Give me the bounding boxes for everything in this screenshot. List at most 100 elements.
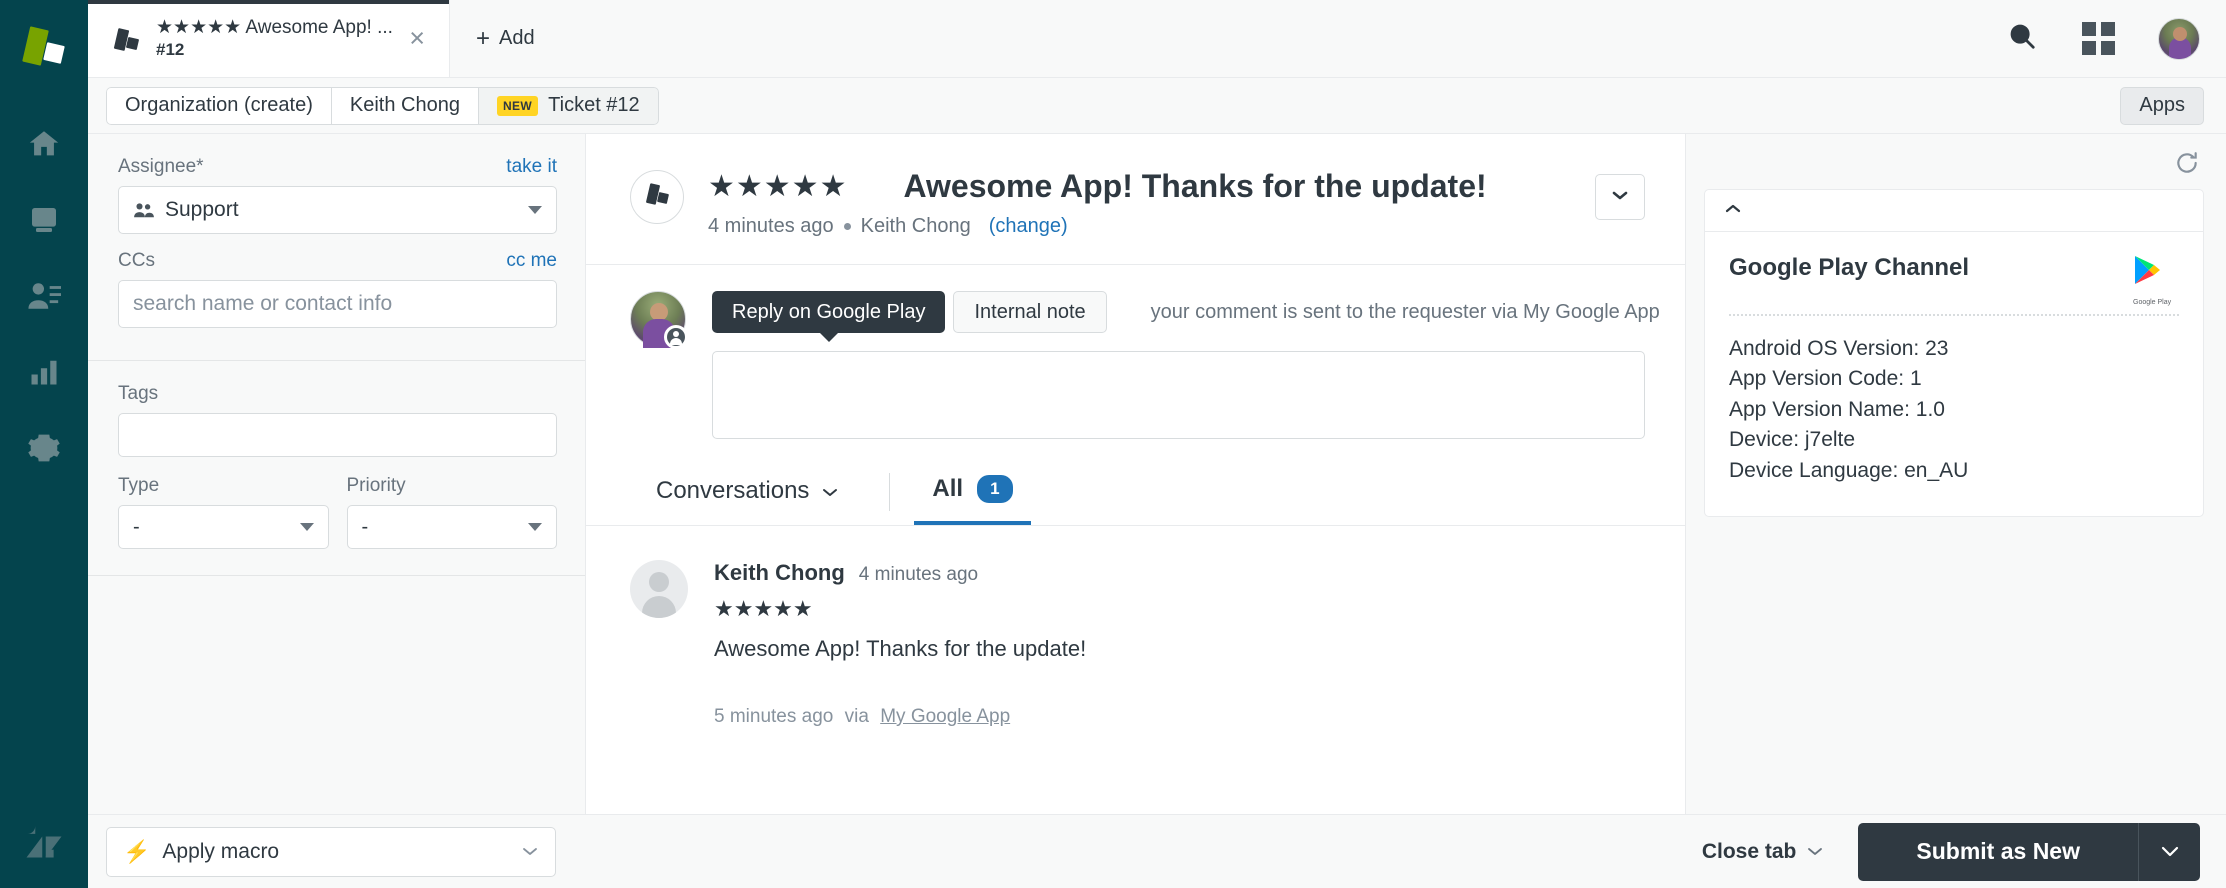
group-icon — [133, 201, 155, 219]
type-value: - — [133, 516, 140, 539]
sidebar-item-views[interactable] — [0, 184, 88, 260]
detail-app-version-name: App Version Name: 1.0 — [1729, 395, 2179, 425]
search-button[interactable] — [1984, 0, 2060, 78]
ticket-tab-text: ★★★★★ Awesome App! ... #12 — [156, 17, 403, 61]
composer-main: Reply on Google Play Internal note your … — [712, 291, 1645, 439]
ticket-collapse-button[interactable] — [1595, 174, 1645, 220]
plus-icon: + — [476, 25, 490, 53]
assignee-value: Support — [165, 198, 239, 222]
ccs-placeholder: search name or contact info — [133, 292, 392, 316]
breadcrumb-item-organization[interactable]: Organization (create) — [106, 87, 331, 125]
apps-button[interactable]: Apps — [2120, 87, 2204, 125]
home-icon — [27, 127, 61, 166]
page-title: Awesome App! Thanks for the update! — [903, 168, 1486, 205]
tab-reply-on-google-play[interactable]: Reply on Google Play — [712, 291, 945, 333]
chevron-down-icon — [1610, 188, 1630, 207]
comment-author: Keith Chong — [714, 560, 845, 586]
topbar-actions — [1984, 0, 2226, 77]
apps-grid-button[interactable] — [2060, 0, 2136, 78]
assignee-label-row: Assignee* take it — [118, 156, 557, 186]
breadcrumb: Organization (create) Keith Chong NEW Ti… — [106, 87, 659, 125]
ticket-footer: ⚡ Apply macro Close tab Submit as New — [88, 814, 2226, 888]
breadcrumb-item-ticket[interactable]: NEW Ticket #12 — [478, 87, 659, 125]
type-select[interactable]: - — [118, 505, 329, 549]
bolt-icon: ⚡ — [123, 839, 150, 865]
add-tab-label: Add — [499, 27, 535, 50]
primary-nav-rail — [0, 0, 88, 888]
app-card-divider — [1729, 314, 2179, 316]
assignee-label: Assignee* — [118, 156, 204, 178]
footer-left: ⚡ Apply macro — [88, 827, 586, 877]
close-tab-icon[interactable]: × — [403, 21, 431, 56]
comment-header: Keith Chong 4 minutes ago — [714, 560, 1645, 586]
assignee-select[interactable]: Support — [118, 186, 557, 234]
tags-field: Tags — [118, 383, 557, 457]
list-item: Keith Chong 4 minutes ago ★★★★★ Awesome … — [630, 560, 1645, 728]
comment-time: 4 minutes ago — [859, 564, 978, 586]
priority-value: - — [362, 516, 369, 539]
comment-rating-stars: ★★★★★ — [714, 596, 1645, 622]
apps-panel: Google Play Channel Google Play — [1686, 134, 2226, 814]
conversations-dropdown[interactable]: Conversations — [630, 477, 865, 525]
search-icon — [2007, 21, 2037, 56]
detail-app-version-code: App Version Code: 1 — [1729, 364, 2179, 394]
assignee-section: Assignee* take it Support CCs cc me — [88, 134, 585, 361]
end-user-badge-icon — [664, 325, 688, 349]
ticket-rating-stars: ★★★★★ — [708, 172, 847, 202]
tab-internal-note[interactable]: Internal note — [953, 291, 1106, 333]
breadcrumb-bar: Organization (create) Keith Chong NEW Ti… — [88, 78, 2226, 134]
refresh-icon[interactable] — [2174, 150, 2200, 181]
take-it-link[interactable]: take it — [506, 156, 557, 178]
breadcrumb-label: Ticket #12 — [548, 94, 640, 117]
apps-panel-toolbar — [1704, 146, 2204, 189]
ticket-requester: Keith Chong — [861, 215, 971, 238]
sidebar-item-reporting[interactable] — [0, 336, 88, 412]
comment-text: Awesome App! Thanks for the update! — [714, 636, 1645, 662]
close-tab-button[interactable]: Close tab — [1702, 840, 1825, 864]
app-card-title-row: Google Play Channel Google Play — [1729, 254, 2179, 300]
app-container: ★★★★★ Awesome App! ... #12 × + Add — [88, 0, 2226, 888]
sidebar-item-home[interactable] — [0, 108, 88, 184]
change-requester-link[interactable]: (change) — [989, 215, 1068, 238]
detail-android-os-version: Android OS Version: 23 — [1729, 334, 2179, 364]
cc-me-link[interactable]: cc me — [506, 250, 557, 272]
google-play-label: Google Play — [2133, 299, 2171, 306]
top-tab-bar: ★★★★★ Awesome App! ... #12 × + Add — [88, 0, 2226, 78]
tab-all-count: 1 — [977, 475, 1012, 503]
chevron-down-icon — [528, 206, 542, 214]
sidebar-item-customers[interactable] — [0, 260, 88, 336]
tab-all-label: All — [932, 475, 963, 503]
tags-input[interactable] — [118, 413, 557, 457]
ticket-main-panel: ★★★★★ Awesome App! Thanks for the update… — [586, 134, 1686, 814]
user-avatar[interactable] — [2158, 18, 2200, 60]
tab-all[interactable]: All 1 — [914, 475, 1030, 525]
chevron-down-icon — [1806, 842, 1824, 862]
chevron-down-icon — [528, 523, 542, 531]
breadcrumb-item-user[interactable]: Keith Chong — [331, 87, 478, 125]
priority-select[interactable]: - — [347, 505, 558, 549]
zendesk-mark-icon — [0, 826, 88, 868]
priority-label: Priority — [347, 475, 558, 497]
classification-section: Tags Type - Priority - — [88, 361, 585, 576]
reply-composer: Reply on Google Play Internal note your … — [586, 265, 1685, 439]
apply-macro-select[interactable]: ⚡ Apply macro — [106, 827, 556, 877]
add-tab-button[interactable]: + Add — [450, 0, 561, 77]
ticket-title-row: ★★★★★ Awesome App! Thanks for the update… — [708, 168, 1595, 205]
reply-textarea[interactable] — [712, 351, 1645, 439]
chevron-down-icon — [300, 523, 314, 531]
conversation-tabs: Conversations All 1 — [586, 473, 1685, 526]
chevron-down-icon — [821, 477, 839, 505]
ticket-tab[interactable]: ★★★★★ Awesome App! ... #12 × — [88, 0, 450, 77]
type-field: Type - — [118, 475, 329, 549]
breadcrumb-label: Keith Chong — [350, 94, 460, 117]
body-area: Assignee* take it Support CCs cc me — [88, 134, 2226, 814]
ccs-input[interactable]: search name or contact info — [118, 280, 557, 328]
submit-button[interactable]: Submit as New — [1858, 823, 2138, 881]
sidebar-item-admin[interactable] — [0, 412, 88, 488]
submit-options-button[interactable] — [2138, 823, 2200, 881]
ticket-time: 4 minutes ago — [708, 215, 834, 238]
zendesk-logo-icon[interactable] — [18, 22, 70, 74]
apps-grid-icon — [2082, 22, 2115, 55]
comment-channel-link[interactable]: My Google App — [880, 706, 1010, 727]
app-card-collapse-button[interactable] — [1705, 190, 2203, 232]
